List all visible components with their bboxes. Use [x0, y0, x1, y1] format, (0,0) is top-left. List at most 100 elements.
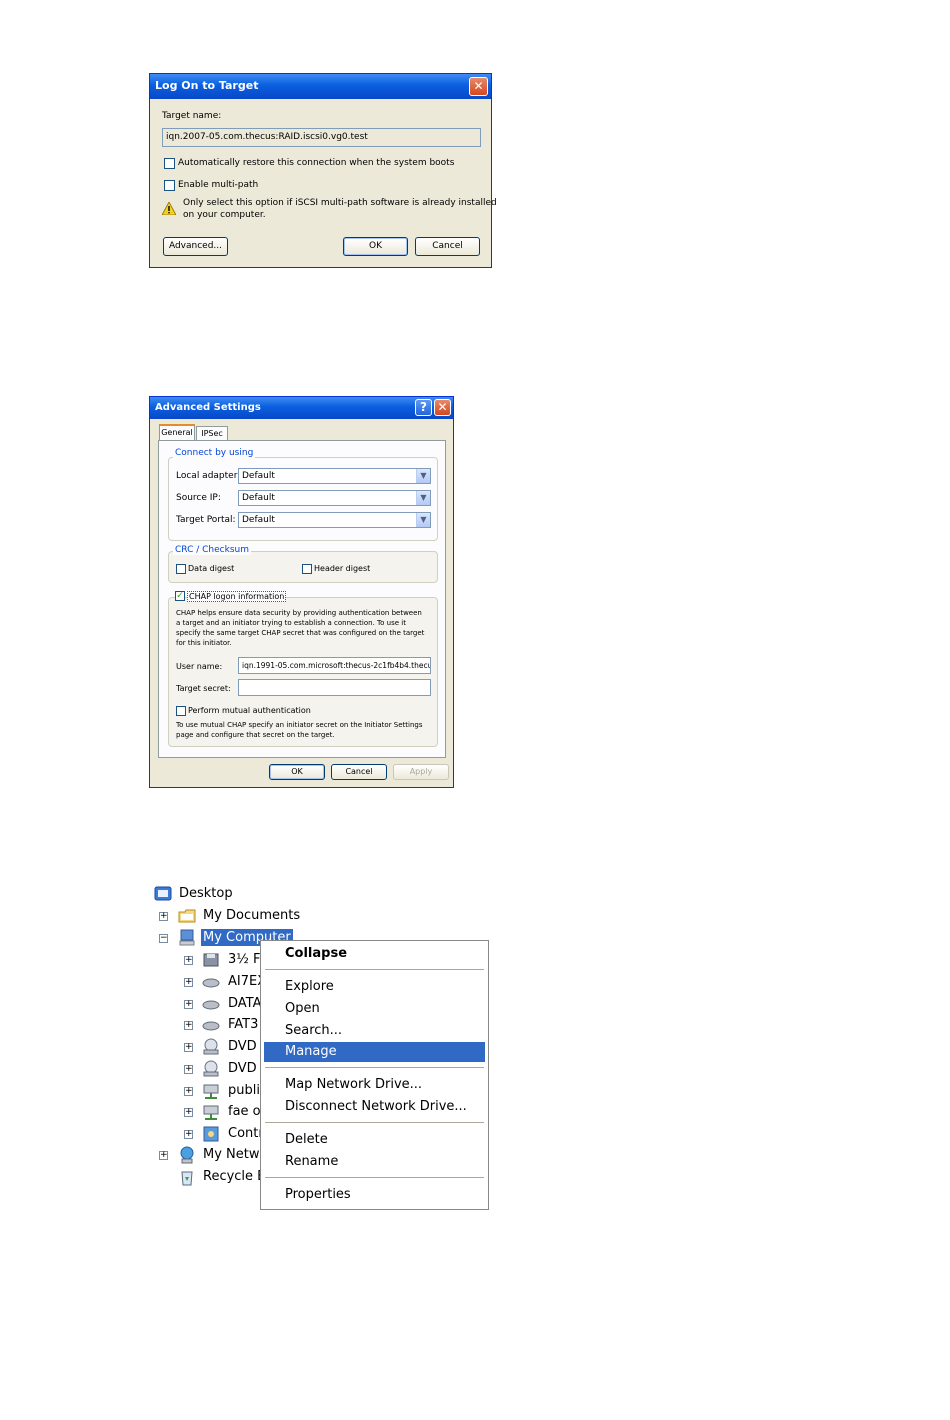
local-adapter-select[interactable]: Default ▼ — [238, 468, 431, 484]
mutual-auth-checkbox[interactable] — [176, 706, 186, 716]
tab-general[interactable]: General — [159, 424, 195, 441]
help-icon[interactable]: ? — [415, 399, 432, 416]
hard-drive-icon — [202, 1021, 220, 1031]
logon-dialog: Log On to Target ✕ Target name: iqn.2007… — [149, 73, 497, 268]
menu-item-explore[interactable]: Explore — [264, 977, 485, 997]
ok-button[interactable]: OK — [269, 764, 325, 780]
auto-restore-label: Automatically restore this connection wh… — [178, 158, 455, 168]
logon-titlebar[interactable]: Log On to Target ✕ — [150, 74, 491, 99]
hard-drive-icon — [202, 978, 220, 988]
mutual-description-line2: page and configure that secret on the ta… — [176, 731, 335, 739]
tree-item-floppy[interactable]: 3½ F — [228, 952, 260, 967]
mutual-description-line1: To use mutual CHAP specify an initiator … — [176, 721, 423, 729]
cancel-button[interactable]: Cancel — [415, 237, 480, 256]
chap-description-line2: a target and an initiator trying to esta… — [176, 619, 406, 627]
folder-icon — [178, 909, 196, 923]
user-name-label: User name: — [176, 662, 223, 671]
data-digest-checkbox[interactable] — [176, 564, 186, 574]
expand-icon[interactable]: + — [159, 1151, 168, 1160]
tree-item-desktop[interactable]: Desktop — [179, 886, 233, 901]
advanced-title: Advanced Settings — [155, 402, 261, 413]
logon-title: Log On to Target — [155, 79, 259, 92]
tree-item-fae[interactable]: fae o — [228, 1104, 261, 1119]
menu-item-map-network-drive[interactable]: Map Network Drive... — [264, 1075, 485, 1095]
target-secret-label: Target secret: — [176, 684, 231, 693]
apply-button[interactable]: Apply — [393, 764, 449, 780]
user-name-input[interactable]: iqn.1991-05.com.microsoft:thecus-2c1fb4b… — [238, 657, 431, 674]
auto-restore-checkbox[interactable] — [164, 158, 175, 169]
advanced-dialog: Advanced Settings ? ✕ General IPSec Conn… — [149, 396, 454, 788]
collapse-icon[interactable]: − — [159, 934, 168, 943]
expand-icon[interactable]: + — [184, 1021, 193, 1030]
menu-item-disconnect-network-drive[interactable]: Disconnect Network Drive... — [264, 1097, 485, 1117]
chevron-down-icon[interactable]: ▼ — [416, 491, 430, 505]
expand-icon[interactable]: + — [184, 1087, 193, 1096]
close-icon[interactable]: ✕ — [434, 399, 451, 416]
menu-item-search[interactable]: Search... — [264, 1021, 485, 1041]
chap-checkbox[interactable]: ✓ — [175, 591, 185, 601]
crc-group-title: CRC / Checksum — [173, 545, 251, 555]
chevron-down-icon[interactable]: ▼ — [416, 469, 430, 483]
warning-text: Only select this option if iSCSI multi-p… — [183, 198, 497, 208]
expand-icon[interactable]: + — [184, 956, 193, 965]
menu-item-properties[interactable]: Properties — [264, 1185, 485, 1205]
network-drive-icon — [203, 1105, 219, 1120]
computer-icon — [179, 929, 195, 946]
menu-separator — [265, 969, 484, 970]
local-adapter-label: Local adapter: — [176, 471, 241, 481]
menu-item-manage[interactable]: Manage — [264, 1042, 485, 1062]
floppy-drive-icon — [203, 953, 219, 967]
menu-item-rename[interactable]: Rename — [264, 1152, 485, 1172]
target-secret-input[interactable] — [238, 679, 431, 696]
connect-group-title: Connect by using — [173, 448, 256, 458]
cancel-button[interactable]: Cancel — [331, 764, 387, 780]
target-portal-label: Target Portal: — [176, 515, 236, 525]
expand-icon[interactable]: + — [184, 978, 193, 987]
data-digest-label: Data digest — [188, 564, 235, 573]
menu-item-collapse[interactable]: Collapse — [264, 944, 485, 964]
target-portal-select[interactable]: Default ▼ — [238, 512, 431, 528]
local-adapter-value: Default — [242, 471, 275, 481]
ok-button[interactable]: OK — [343, 237, 408, 256]
expand-icon[interactable]: + — [184, 1065, 193, 1074]
warning-icon — [162, 202, 176, 215]
header-digest-label: Header digest — [314, 564, 371, 573]
dvd-drive-icon — [203, 1060, 219, 1077]
chap-description-line3: specify the same target CHAP secret that… — [176, 629, 425, 637]
source-ip-label: Source IP: — [176, 493, 221, 503]
dvd-drive-icon — [203, 1038, 219, 1055]
tree-item-drive-fat3[interactable]: FAT3 — [228, 1017, 258, 1032]
network-drive-icon — [203, 1084, 219, 1099]
expand-icon[interactable]: + — [184, 1130, 193, 1139]
menu-separator — [265, 1122, 484, 1123]
close-icon[interactable]: ✕ — [469, 77, 488, 96]
tree-item-my-network[interactable]: My Netwo — [203, 1147, 267, 1162]
header-digest-checkbox[interactable] — [302, 564, 312, 574]
menu-item-delete[interactable]: Delete — [264, 1130, 485, 1150]
expand-icon[interactable]: + — [159, 912, 168, 921]
expand-icon[interactable]: + — [184, 1043, 193, 1052]
menu-item-open[interactable]: Open — [264, 999, 485, 1019]
chevron-down-icon[interactable]: ▼ — [416, 513, 430, 527]
chap-description-line1: CHAP helps ensure data security by provi… — [176, 609, 422, 617]
target-portal-value: Default — [242, 515, 275, 525]
tree-item-drive-data[interactable]: DATA — [228, 996, 262, 1011]
source-ip-value: Default — [242, 493, 275, 503]
advanced-button[interactable]: Advanced... — [163, 237, 228, 256]
target-name-label: Target name: — [162, 111, 222, 121]
expand-icon[interactable]: + — [184, 1000, 193, 1009]
tab-ipsec[interactable]: IPSec — [196, 426, 228, 441]
advanced-titlebar[interactable]: Advanced Settings ? ✕ — [150, 397, 453, 419]
tree-item-recycle-bin[interactable]: Recycle B — [203, 1169, 266, 1184]
tree-item-my-documents[interactable]: My Documents — [203, 908, 300, 923]
multipath-checkbox[interactable] — [164, 180, 175, 191]
chap-description-line4: for this initiator. — [176, 639, 232, 647]
expand-icon[interactable]: + — [184, 1108, 193, 1117]
tree-item-control-panel[interactable]: Contr — [228, 1126, 264, 1141]
source-ip-select[interactable]: Default ▼ — [238, 490, 431, 506]
menu-separator — [265, 1177, 484, 1178]
multipath-label: Enable multi-path — [178, 180, 259, 190]
context-menu: Collapse Explore Open Search... Manage M… — [260, 940, 489, 1210]
target-name-field[interactable]: iqn.2007-05.com.thecus:RAID.iscsi0.vg0.t… — [162, 128, 481, 147]
chap-label: CHAP logon information — [187, 591, 287, 602]
